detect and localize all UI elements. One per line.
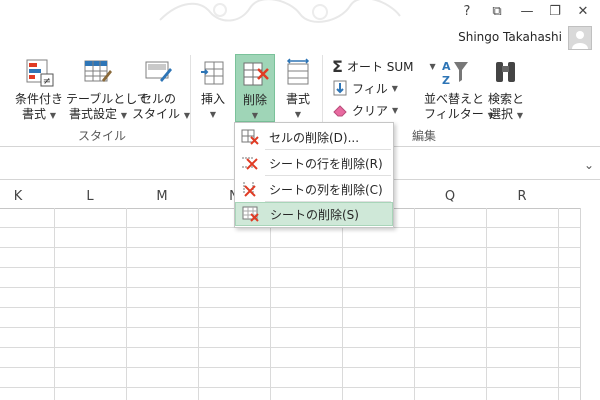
delete-dropdown-menu: セルの削除(D)... シートの行を削除(R) シートの列を削除(C) シートの… — [234, 122, 394, 228]
delete-cells-icon — [243, 62, 269, 86]
person-icon — [572, 31, 588, 49]
find-select-button[interactable]: 検索と 選択 ▼ — [484, 58, 528, 123]
group-separator — [190, 55, 191, 143]
worksheet-grid[interactable] — [0, 208, 580, 400]
column-header-m[interactable]: M — [126, 186, 198, 208]
delete-button[interactable]: 削除 ▼ — [235, 54, 275, 122]
format-table-icon — [84, 60, 112, 82]
binoculars-icon — [496, 62, 515, 82]
close-button[interactable]: ✕ — [570, 2, 596, 22]
help-button[interactable]: ? — [454, 2, 480, 22]
conditional-formatting-button[interactable]: ≠ 条件付き 書式 ▼ — [14, 58, 64, 123]
fill-down-icon — [333, 80, 347, 96]
format-as-table-label-2: 書式設定 — [69, 107, 118, 121]
cell-styles-button[interactable]: セルの スタイル ▼ — [132, 58, 190, 123]
sort-filter-icon: A Z — [442, 60, 468, 87]
styles-group-label: スタイル — [78, 129, 127, 143]
user-name[interactable]: Shingo Takahashi — [458, 30, 562, 44]
vertical-scrollbar[interactable] — [580, 208, 600, 400]
column-header-l[interactable]: L — [54, 186, 126, 208]
format-button[interactable]: 書式 ▼ — [280, 58, 316, 122]
svg-text:≠: ≠ — [43, 76, 51, 87]
menu-item-label: シートの行を削除(R) — [269, 156, 383, 171]
delete-cells-small-icon — [239, 128, 261, 146]
conditional-format-icon: ≠ — [26, 59, 54, 87]
cell-styles-label-1: セルの — [139, 92, 176, 106]
svg-text:Z: Z — [442, 74, 450, 87]
conditional-formatting-label-2: 書式 — [22, 107, 47, 121]
autosum-label: オート SUM — [346, 59, 414, 74]
column-header-r[interactable]: R — [486, 186, 558, 208]
clear-button[interactable]: クリア ▼ — [332, 100, 398, 120]
menu-item-label: シートの削除(S) — [270, 207, 359, 222]
format-label: 書式 — [285, 92, 310, 106]
sigma-icon: Σ — [332, 56, 343, 76]
clear-label: クリア — [352, 103, 389, 118]
format-as-table-label-1: テーブルとして — [66, 92, 149, 106]
delete-label: 削除 — [242, 93, 267, 107]
minimize-button[interactable]: — — [514, 2, 540, 22]
eraser-icon — [333, 105, 347, 117]
delete-columns-icon — [239, 180, 261, 198]
expand-formula-bar-icon[interactable]: ⌄ — [584, 158, 594, 172]
menu-item-delete-columns[interactable]: シートの列を削除(C) — [235, 177, 393, 201]
menu-item-delete-sheet[interactable]: シートの削除(S) — [235, 202, 393, 226]
cell-styles-label-2: スタイル — [132, 107, 181, 121]
menu-separator — [265, 149, 391, 150]
maximize-button[interactable]: ❐ — [542, 2, 568, 22]
autosum-button[interactable]: Σ オート SUM ▼ — [332, 56, 436, 76]
sort-filter-label-2: フィルター — [424, 107, 484, 121]
format-cells-icon — [286, 58, 310, 85]
column-header-k[interactable]: K — [0, 186, 54, 208]
sort-filter-button[interactable]: A Z 並べ替えと フィルター ▼ — [424, 58, 494, 123]
insert-cells-icon — [201, 61, 224, 85]
menu-item-label: セルの削除(D)... — [269, 130, 360, 145]
find-select-label-2: 選択 — [489, 107, 514, 121]
conditional-formatting-label-1: 条件付き — [14, 92, 63, 106]
menu-separator — [265, 175, 391, 176]
insert-label: 挿入 — [200, 92, 225, 106]
menu-item-label: シートの列を削除(C) — [269, 182, 383, 197]
ribbon-display-options-button[interactable]: ⧉ — [484, 2, 510, 22]
column-header-q[interactable]: Q — [414, 186, 486, 208]
format-as-table-button[interactable]: テーブルとして 書式設定 ▼ — [66, 58, 149, 123]
delete-rows-icon — [239, 154, 261, 172]
decorative-swirl-icon — [159, 0, 401, 23]
fill-button[interactable]: フィル ▼ — [332, 78, 398, 98]
fill-label: フィル — [352, 81, 388, 96]
title-bar: ? ⧉ — ❐ ✕ — [0, 0, 600, 26]
editing-group-label: 編集 — [412, 129, 437, 143]
cell-styles-icon — [145, 61, 172, 82]
svg-text:A: A — [442, 60, 451, 73]
find-select-label-1: 検索と — [487, 92, 524, 106]
sort-filter-label-1: 並べ替えと — [424, 92, 485, 106]
insert-button[interactable]: 挿入 ▼ — [196, 58, 230, 122]
delete-sheet-icon — [240, 205, 262, 223]
menu-item-delete-rows[interactable]: シートの行を削除(R) — [235, 151, 393, 175]
menu-item-delete-cells[interactable]: セルの削除(D)... — [235, 125, 393, 149]
avatar[interactable] — [568, 26, 592, 50]
